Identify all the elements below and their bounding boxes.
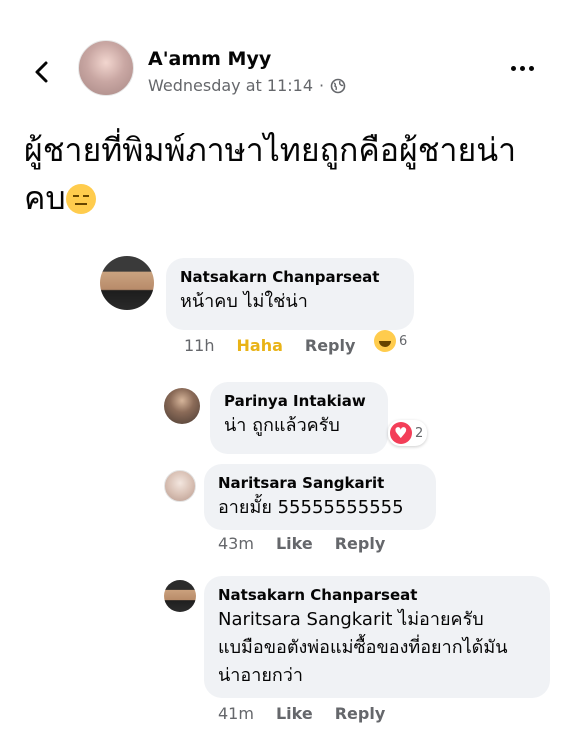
comment-author[interactable]: Parinya Intakiaw — [224, 390, 374, 412]
love-reaction-icon — [390, 422, 412, 444]
like-button[interactable]: Like — [276, 704, 313, 723]
comment-avatar[interactable] — [164, 470, 196, 502]
reply-button[interactable]: Reply — [335, 704, 386, 723]
comment-time[interactable]: 11h — [184, 336, 215, 355]
haha-reaction-icon — [374, 330, 396, 352]
reply-button[interactable]: Reply — [335, 534, 386, 553]
comment-text: Naritsara Sangkarit ไม่อายครับ — [218, 606, 536, 634]
comment-text-line: แบมือขอตังพ่อแม่ซื้อของที่อยากได้มัน — [218, 637, 508, 658]
post-timestamp[interactable]: Wednesday at 11:14 — [148, 76, 313, 95]
comment-bubble: Natsakarn Chanparseat Naritsara Sangkari… — [204, 576, 550, 698]
reaction-count: 6 — [399, 333, 408, 349]
post-author-name[interactable]: A'amm Myy — [148, 48, 271, 70]
reaction-summary[interactable]: 2 — [388, 420, 428, 446]
reply-button[interactable]: Reply — [305, 336, 356, 355]
post-text: ผู้ชายที่พิมพ์ภาษาไทยถูกคือผู้ชายน่าคบ — [24, 126, 544, 222]
comment-actions: 43m Like Reply — [218, 534, 385, 553]
comment-author[interactable]: Natsakarn Chanparseat — [218, 584, 536, 606]
comment-time[interactable]: 43m — [218, 534, 254, 553]
post-body: ผู้ชายที่พิมพ์ภาษาไทยถูกคือผู้ชายน่าคบ — [24, 131, 517, 217]
comment-time[interactable]: 41m — [218, 704, 254, 723]
comment-bubble: Parinya Intakiaw น่า ถูกแล้วครับ — [210, 382, 388, 454]
comment-avatar[interactable] — [164, 580, 196, 612]
comment-actions: 11h Haha Reply — [184, 336, 355, 355]
comment-text-line: ไม่อายครับ — [398, 609, 484, 630]
more-options-icon[interactable] — [511, 66, 534, 71]
comment-bubble: Natsakarn Chanparseat หน้าคบ ไม่ใช่น่า — [166, 258, 414, 330]
post-author-avatar[interactable] — [78, 40, 134, 96]
comment-avatar[interactable] — [164, 388, 200, 424]
comment-text-line: น่าอายกว่า — [218, 665, 303, 686]
comment-avatar[interactable] — [100, 256, 154, 310]
comment-text: อายมั้ย 55555555555 — [218, 497, 404, 518]
comment-text: น่า ถูกแล้วครับ — [224, 415, 340, 436]
like-button[interactable]: Like — [276, 534, 313, 553]
comment-author[interactable]: Natsakarn Chanparseat — [180, 266, 400, 288]
expressionless-face-emoji — [65, 184, 96, 214]
comment-author[interactable]: Naritsara Sangkarit — [218, 472, 422, 494]
back-chevron-icon[interactable] — [28, 58, 56, 86]
comment-text: หน้าคบ ไม่ใช่น่า — [180, 291, 308, 312]
mention-link[interactable]: Naritsara Sangkarit — [218, 609, 392, 630]
globe-icon — [330, 78, 346, 93]
comment-bubble: Naritsara Sangkarit อายมั้ย 55555555555 — [204, 464, 436, 530]
post-meta: Wednesday at 11:14 · — [148, 76, 346, 95]
meta-separator: · — [319, 76, 325, 95]
haha-button[interactable]: Haha — [237, 336, 283, 355]
reaction-summary[interactable]: 6 — [372, 328, 411, 354]
comment-actions: 41m Like Reply — [218, 704, 385, 723]
reaction-count: 2 — [415, 425, 424, 441]
